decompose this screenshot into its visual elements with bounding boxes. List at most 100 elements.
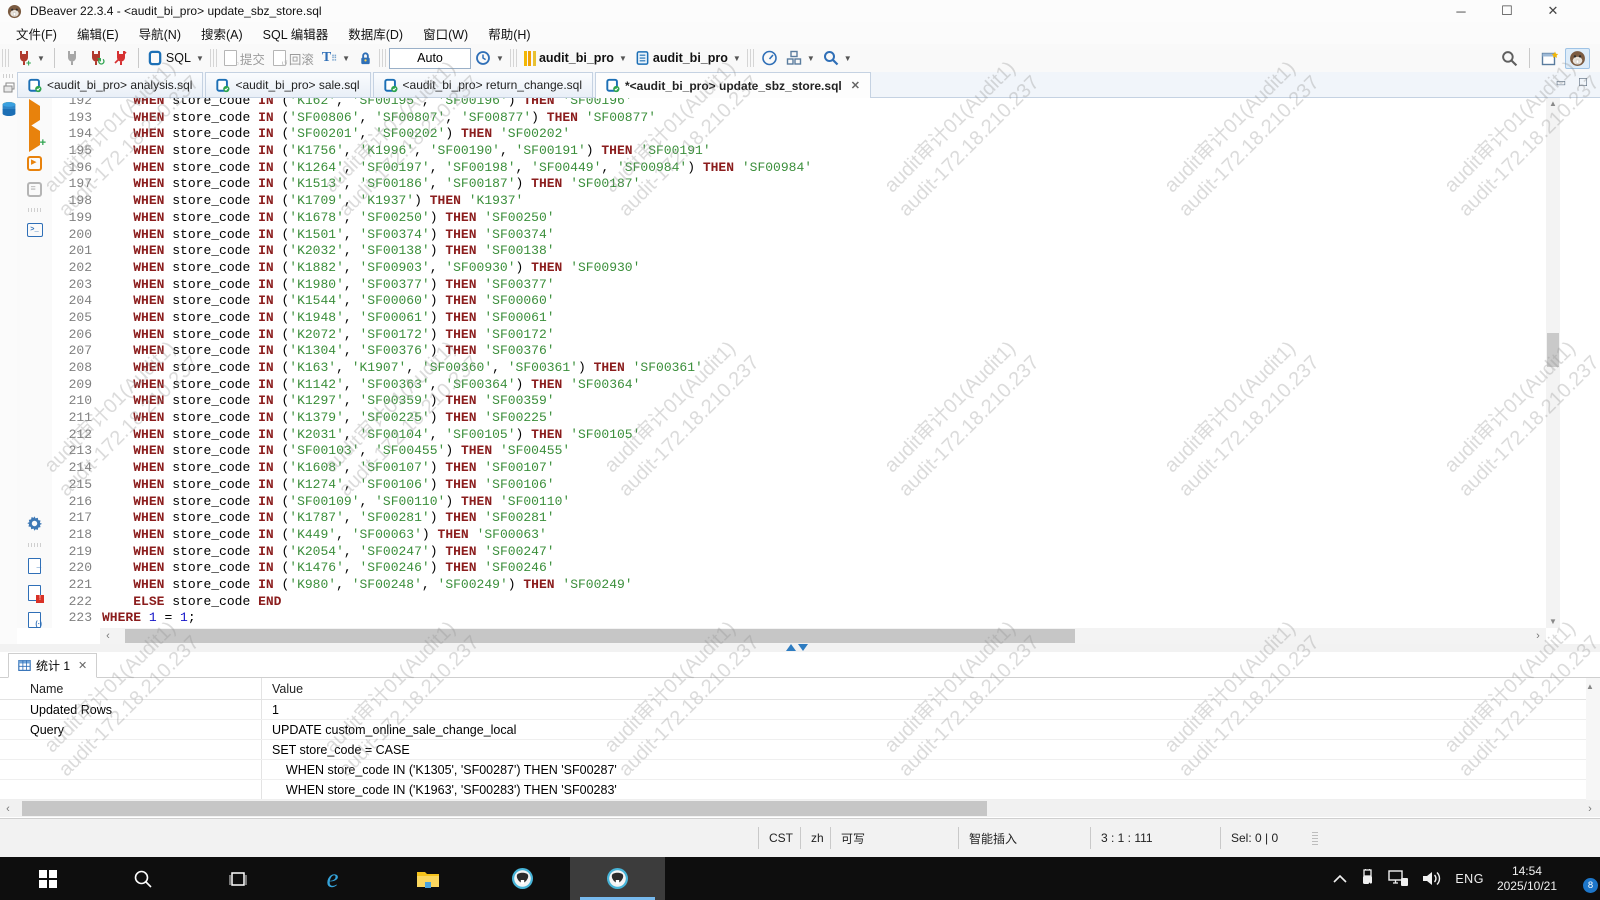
menu-item-4[interactable]: SQL 编辑器 — [253, 22, 339, 45]
scrollbar-thumb[interactable] — [125, 629, 1075, 643]
results-vertical-scrollbar[interactable]: ▲ — [1586, 678, 1600, 800]
dashboard-button[interactable] — [757, 46, 782, 70]
usb-icon[interactable] — [1360, 869, 1375, 888]
editor-horizontal-scrollbar[interactable]: ‹ › — [100, 628, 1546, 644]
status-insert-mode[interactable]: 智能插入 — [958, 827, 1090, 849]
commit-button[interactable]: ▫ 提交 — [220, 46, 269, 70]
notification-center-button[interactable]: 8 — [1570, 868, 1598, 893]
input-language-indicator[interactable]: ENG — [1455, 872, 1484, 886]
menu-item-7[interactable]: 帮助(H) — [478, 22, 540, 45]
scroll-left-icon[interactable]: ‹ — [0, 803, 16, 815]
sql-editor[interactable]: 192 WHEN store_code IN ('K162', 'SF00195… — [52, 98, 1546, 628]
rollback-button[interactable]: ↺ 回滚 — [269, 46, 318, 70]
dbeaver-active-window-button[interactable] — [570, 857, 665, 900]
save-to-file-icon[interactable]: ! — [28, 585, 44, 603]
active-connection-select[interactable]: audit_bi_pro ▼ — [520, 46, 631, 70]
status-timezone[interactable]: CST — [758, 827, 800, 849]
editor-tab-0[interactable]: <audit_bi_pro> analysis.sql — [17, 72, 204, 97]
maximize-view-icon[interactable]: ☐ — [1578, 76, 1588, 89]
results-horizontal-scrollbar[interactable]: ‹ › — [0, 800, 1600, 817]
maximize-window-button[interactable]: ☐ — [1484, 0, 1530, 22]
compare-button[interactable]: ▼ — [782, 46, 819, 70]
minimize-window-button[interactable]: ─ — [1438, 0, 1484, 22]
scroll-up-icon[interactable]: ▲ — [1546, 98, 1560, 110]
quick-search-icon[interactable] — [1501, 50, 1518, 67]
panel-sash[interactable] — [0, 644, 1600, 652]
open-perspective-button[interactable] — [1541, 50, 1559, 67]
sash-up-icon[interactable] — [786, 644, 796, 651]
execute-in-new-tab-button[interactable]: + — [29, 124, 46, 152]
column-header-name[interactable]: Name — [0, 678, 262, 699]
lock-button[interactable] — [354, 46, 377, 70]
execute-script-icon[interactable] — [27, 155, 42, 171]
editor-tab-1[interactable]: <audit_bi_pro> sale.sql — [205, 72, 371, 97]
taskbar-search-button[interactable] — [95, 857, 190, 900]
table-row[interactable]: WHEN store_code IN ('K1963', 'SF00283') … — [0, 780, 1586, 800]
restore-panel-icon[interactable] — [3, 82, 15, 93]
settings-gear-icon[interactable] — [26, 515, 43, 532]
menu-item-6[interactable]: 窗口(W) — [413, 22, 478, 45]
file-explorer-button[interactable] — [380, 857, 475, 900]
menu-item-2[interactable]: 导航(N) — [129, 22, 191, 45]
internet-explorer-button[interactable]: e — [285, 857, 380, 900]
dbeaver-perspective-button[interactable] — [1565, 47, 1590, 69]
export-result-icon[interactable]: → — [28, 558, 43, 574]
search-menu-button[interactable]: ▼ — [819, 46, 856, 70]
dbeaver-window-button[interactable] — [475, 857, 570, 900]
status-caret-position[interactable]: 3 : 1 : 111 — [1090, 827, 1220, 849]
column-header-value[interactable]: Value — [262, 682, 303, 696]
script-from-file-icon[interactable]: (∙) — [28, 612, 42, 628]
scroll-up-icon[interactable]: ▲ — [1586, 682, 1594, 691]
table-row[interactable]: WHEN store_code IN ('K1305', 'SF00287') … — [0, 760, 1586, 780]
scroll-left-icon[interactable]: ‹ — [100, 630, 116, 642]
minimize-view-icon[interactable]: ▭ — [1556, 76, 1566, 89]
open-console-icon[interactable]: >_ — [26, 223, 43, 237]
transaction-log-button[interactable]: T⠿ ▼ — [318, 46, 354, 70]
speaker-icon[interactable] — [1422, 870, 1442, 887]
menu-item-0[interactable]: 文件(F) — [6, 22, 67, 45]
scrollbar-thumb[interactable] — [22, 801, 987, 816]
sash-down-icon[interactable] — [798, 644, 808, 651]
active-schema-select[interactable]: audit_bi_pro ▼ — [631, 46, 745, 70]
menu-item-3[interactable]: 搜索(A) — [191, 22, 253, 45]
table-row[interactable]: Updated Rows 1 — [0, 700, 1586, 720]
execute-statement-button[interactable] — [29, 99, 40, 127]
menu-item-5[interactable]: 数据库(D) — [338, 22, 413, 45]
editor-tab-3[interactable]: *<audit_bi_pro> update_sbz_store.sql ✕ — [595, 72, 871, 98]
code-text: WHEN store_code IN ('K1787', 'SF00281') … — [133, 510, 555, 526]
tray-expand-icon[interactable] — [1333, 874, 1347, 883]
scroll-right-icon[interactable]: › — [1582, 803, 1598, 815]
connect-button[interactable] — [60, 46, 84, 70]
reconnect-button[interactable]: ↻ — [84, 46, 109, 70]
tab-label: <audit_bi_pro> analysis.sql — [47, 78, 193, 92]
clock[interactable]: 14:54 2025/10/21 — [1497, 864, 1557, 894]
status-selection-info[interactable]: Sel: 0 | 0 — [1220, 827, 1300, 849]
database-navigator-icon[interactable] — [1, 101, 17, 118]
table-row[interactable]: Query UPDATE custom_online_sale_change_lo… — [0, 720, 1586, 740]
table-row[interactable]: SET store_code = CASE — [0, 740, 1586, 760]
editor-vertical-scrollbar[interactable]: ▲ ▼ — [1546, 98, 1560, 628]
cell-value: WHEN store_code IN ('K1963', 'SF00283') … — [272, 782, 617, 797]
scroll-down-icon[interactable]: ▼ — [1546, 616, 1560, 628]
close-icon[interactable]: ✕ — [851, 79, 860, 92]
editor-tab-2[interactable]: <audit_bi_pro> return_change.sql — [372, 72, 593, 97]
task-view-button[interactable] — [190, 857, 285, 900]
start-button[interactable] — [0, 857, 95, 900]
commit-mode-select[interactable]: Auto — [389, 47, 472, 69]
network-icon[interactable] — [1388, 870, 1409, 887]
tab-statistics[interactable]: 统计 1 ✕ — [8, 653, 98, 678]
status-language[interactable]: zh — [800, 827, 830, 849]
transaction-timeout-button[interactable]: ▼ — [471, 46, 508, 70]
sql-editor-type-button[interactable]: SQL ▼ — [144, 46, 208, 70]
status-writable-state[interactable]: 可写 — [830, 827, 958, 849]
explain-plan-icon[interactable] — [27, 182, 42, 197]
close-window-button[interactable]: ✕ — [1530, 0, 1576, 22]
scrollbar-thumb[interactable] — [1547, 333, 1559, 367]
disconnect-button[interactable] — [109, 46, 133, 70]
scroll-right-icon[interactable]: › — [1530, 630, 1546, 642]
new-connection-button[interactable]: + ▼ — [12, 46, 49, 70]
menu-item-1[interactable]: 编辑(E) — [67, 22, 129, 45]
line-number: 205 — [68, 309, 92, 325]
main-toolbar: + ▼ ↻ SQL ▼ ▫ 提交 ↺ 回滚 T⠿ ▼ Auto ▼ audit_… — [0, 44, 1600, 72]
close-icon[interactable]: ✕ — [78, 659, 87, 672]
